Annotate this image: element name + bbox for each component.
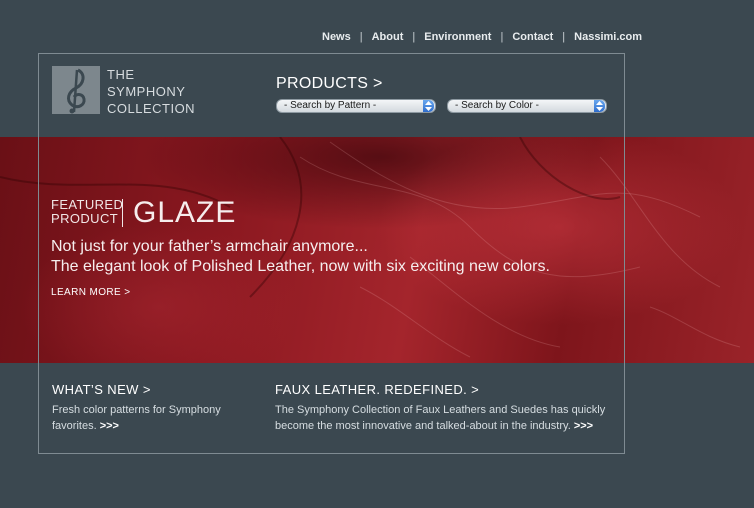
products-arrow: > <box>372 75 383 92</box>
symphony-logo[interactable]: THE SYMPHONY COLLECTION <box>52 66 195 117</box>
search-by-color-value: - Search by Color - <box>455 100 539 111</box>
nav-contact-link[interactable]: Contact <box>512 31 553 43</box>
logo-line-1: THE <box>107 67 135 82</box>
featured-divider <box>122 199 123 227</box>
whats-new-text: Fresh color patterns for Symphony favori… <box>52 402 242 434</box>
nav-separator: | <box>359 31 363 43</box>
products-link[interactable]: PRODUCTS > <box>276 75 383 93</box>
featured-tagline: Not just for your father’s armchair anym… <box>51 237 550 277</box>
treble-clef-icon <box>52 66 100 114</box>
nav-news-link[interactable]: News <box>322 31 351 43</box>
learn-more-link[interactable]: LEARN MORE > <box>51 287 131 298</box>
search-by-color-select[interactable]: - Search by Color - <box>447 99 607 113</box>
logo-line-3: COLLECTION <box>107 101 196 116</box>
logo-line-2: SYMPHONY <box>107 84 186 99</box>
select-arrows-icon <box>594 100 605 112</box>
logo-text: THE SYMPHONY COLLECTION <box>107 66 195 117</box>
top-navigation: News | About | Environment | Contact | N… <box>322 31 642 43</box>
search-by-pattern-value: - Search by Pattern - <box>284 100 377 111</box>
whats-new-link[interactable]: WHAT’S NEW > <box>52 382 151 397</box>
faux-leather-text: The Symphony Collection of Faux Leathers… <box>275 402 615 434</box>
whats-new-title: WHAT’S NEW <box>52 382 139 397</box>
featured-tagline-line-1: Not just for your father’s armchair anym… <box>51 238 368 255</box>
faux-leather-more-link[interactable]: >>> <box>574 420 593 432</box>
nav-environment-link[interactable]: Environment <box>424 31 491 43</box>
nav-nassimi-link[interactable]: Nassimi.com <box>574 31 642 43</box>
featured-product-label: FEATURED PRODUCT <box>51 198 123 226</box>
search-by-pattern-select[interactable]: - Search by Pattern - <box>276 99 436 113</box>
faux-leather-description: The Symphony Collection of Faux Leathers… <box>275 404 606 432</box>
featured-tagline-line-2: The elegant look of Polished Leather, no… <box>51 258 550 275</box>
faux-leather-title: FAUX LEATHER. REDEFINED. <box>275 382 468 397</box>
nav-about-link[interactable]: About <box>372 31 404 43</box>
faux-leather-link[interactable]: FAUX LEATHER. REDEFINED. > <box>275 382 479 397</box>
nav-separator: | <box>412 31 416 43</box>
select-arrows-icon <box>423 100 434 112</box>
whats-new-more-link[interactable]: >>> <box>100 420 119 432</box>
nav-separator: | <box>500 31 504 43</box>
whats-new-description: Fresh color patterns for Symphony favori… <box>52 404 221 432</box>
products-label: PRODUCTS <box>276 75 369 92</box>
whats-new-arrow: > <box>142 382 151 397</box>
faux-leather-arrow: > <box>471 382 480 397</box>
featured-label-line-1: FEATURED <box>51 197 124 212</box>
featured-product-title: GLAZE <box>133 196 237 229</box>
featured-label-line-2: PRODUCT <box>51 211 119 226</box>
nav-separator: | <box>562 31 566 43</box>
